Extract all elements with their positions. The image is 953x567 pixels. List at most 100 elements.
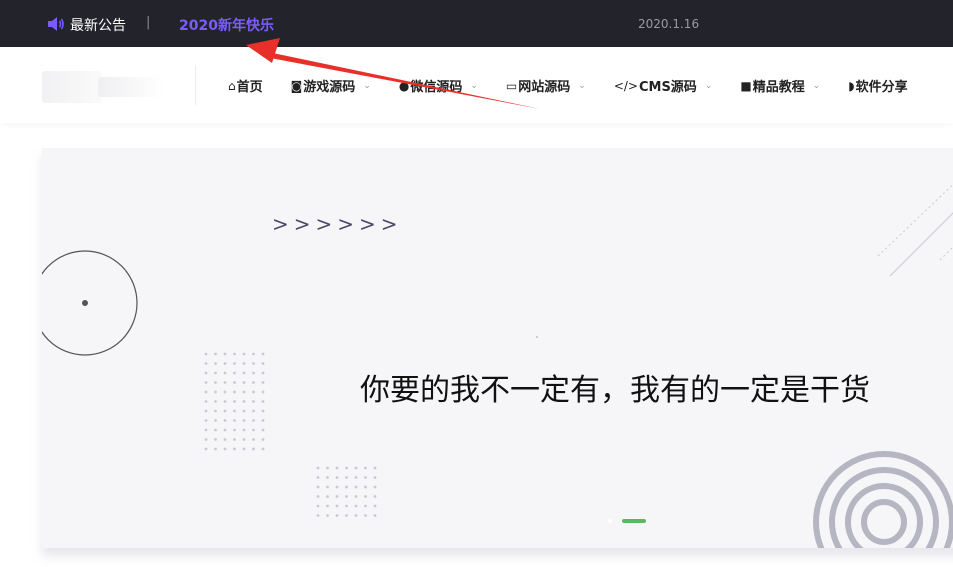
dot	[364, 514, 367, 517]
chevron-down-icon: ⌄	[704, 80, 713, 91]
dot	[345, 476, 348, 479]
dot	[242, 381, 246, 384]
dot	[252, 371, 255, 375]
site-header: ⌂ 首页 ◙ 游戏源码 ⌄ ● 微信源码 ⌄ ▭ 网站源码 ⌄ </> CMS源…	[0, 47, 953, 123]
dot	[214, 371, 217, 375]
dot	[214, 419, 217, 422]
dot	[214, 409, 217, 413]
dot	[316, 495, 320, 498]
dot	[261, 400, 265, 403]
code-icon: </>	[613, 78, 638, 93]
dot	[373, 466, 377, 470]
dot	[242, 438, 246, 441]
dot	[223, 447, 227, 451]
dot	[233, 390, 236, 394]
dot	[316, 476, 320, 479]
dot	[204, 428, 208, 432]
dot	[326, 514, 329, 517]
dot	[214, 428, 217, 432]
dot	[364, 504, 367, 508]
dot	[204, 371, 208, 375]
dot	[252, 352, 255, 356]
dot	[204, 362, 208, 365]
dot	[335, 476, 339, 479]
dot	[233, 447, 236, 451]
dot	[252, 390, 255, 394]
monitor-icon: ▭	[505, 78, 518, 93]
dot	[345, 466, 348, 470]
dot	[223, 352, 227, 356]
nav-item-game-source[interactable]: ◙ 游戏源码 ⌄	[290, 76, 371, 96]
dot	[335, 504, 339, 508]
dot	[261, 409, 265, 413]
dot	[223, 381, 227, 384]
chevron-down-icon: ⌄	[812, 80, 821, 91]
dot	[345, 485, 348, 489]
dot	[373, 504, 377, 508]
dot	[335, 514, 339, 517]
dot	[204, 438, 208, 441]
dot-grid-left	[204, 352, 265, 451]
nav-item-website-source[interactable]: ▭ 网站源码 ⌄	[505, 76, 586, 96]
home-icon: ⌂	[228, 78, 236, 93]
dot	[233, 371, 236, 375]
nav-item-label: 游戏源码	[303, 80, 356, 95]
dot	[214, 447, 217, 451]
dot	[252, 419, 255, 422]
dot	[326, 504, 329, 508]
notice-label: 最新公告	[70, 18, 126, 34]
slide-indicator[interactable]	[608, 519, 612, 523]
dot	[223, 362, 227, 365]
dot	[364, 485, 367, 489]
dot	[326, 476, 329, 479]
dot	[261, 438, 265, 441]
dot	[233, 419, 236, 422]
dot	[373, 476, 377, 479]
nav-item-software[interactable]: ◗ 软件分享	[848, 76, 907, 96]
diagonal-lines-icon	[877, 183, 953, 277]
dot	[242, 362, 246, 365]
dot	[242, 352, 246, 356]
chevron-down-icon: ⌄	[470, 80, 478, 91]
dot	[261, 428, 265, 432]
gamepad-icon: ◙	[290, 78, 303, 93]
logo-mark	[42, 71, 102, 103]
dot	[354, 495, 358, 498]
dot	[242, 400, 246, 403]
dot	[233, 400, 236, 403]
circle-dot-icon	[82, 300, 88, 306]
banner-decoration	[42, 183, 953, 548]
dot	[233, 381, 236, 384]
slide-indicator-active[interactable]	[622, 519, 646, 523]
site-logo[interactable]	[42, 67, 164, 107]
dot	[326, 466, 329, 470]
dot	[242, 409, 246, 413]
dot	[242, 447, 246, 451]
announcement-bar: 最新公告 | 2020新年快乐 2020.1.16	[0, 0, 953, 47]
dot	[345, 495, 348, 498]
nav-item-wechat-source[interactable]: ● 微信源码 ⌄	[399, 76, 478, 96]
dot	[261, 362, 265, 365]
dot	[252, 400, 255, 403]
dot	[242, 390, 246, 394]
dot	[261, 352, 265, 356]
dot	[316, 485, 320, 489]
dot	[233, 352, 236, 356]
shield-icon: ◗	[848, 78, 855, 93]
dot-grid-bottom	[316, 466, 377, 517]
dot	[214, 362, 217, 365]
logo-wordmark	[98, 77, 164, 97]
nav-item-home[interactable]: ⌂ 首页	[228, 76, 263, 96]
dot	[316, 504, 320, 508]
nav-item-cms-source[interactable]: </> CMS源码 ⌄	[613, 76, 713, 96]
dot	[223, 419, 227, 422]
dot	[242, 419, 246, 422]
nav-item-tutorials[interactable]: ■ 精品教程 ⌄	[740, 76, 821, 96]
hero-banner[interactable]: >>>>>> 你要的我不一定有，我有的一定是干货	[42, 148, 953, 548]
dot	[223, 428, 227, 432]
notice-link[interactable]: 2020新年快乐	[179, 15, 274, 35]
speaker-icon	[48, 17, 64, 31]
dot	[214, 400, 217, 403]
dot	[252, 447, 255, 451]
dot	[204, 390, 208, 394]
